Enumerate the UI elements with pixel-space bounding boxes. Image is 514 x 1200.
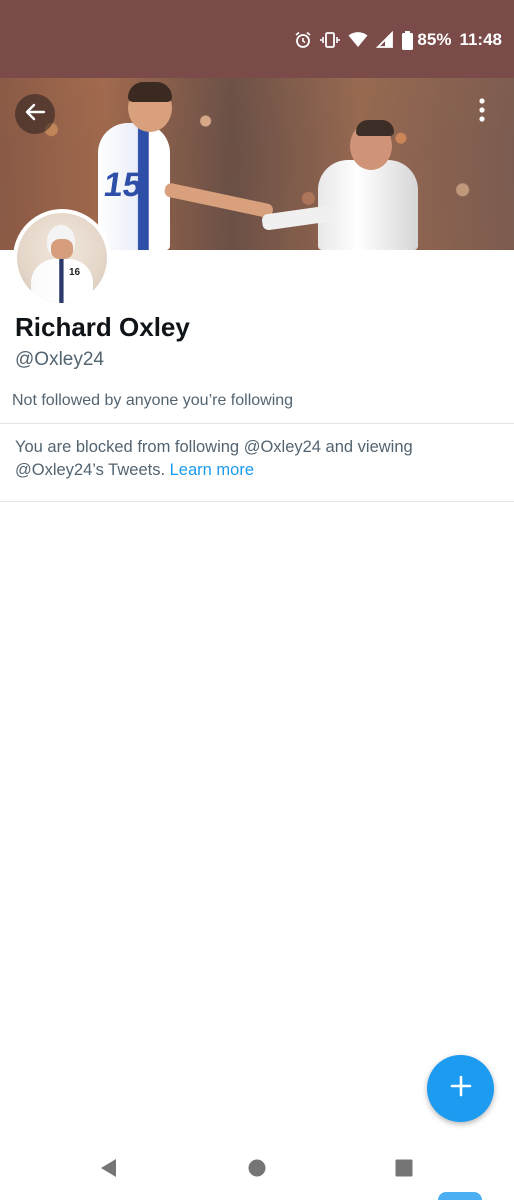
blocked-notice: You are blocked from following @Oxley24 … [15,436,485,482]
user-handle: @Oxley24 [15,349,104,370]
divider [0,501,514,502]
more-options-button[interactable] [462,92,502,132]
arrow-left-icon [24,101,46,128]
followers-you-know-note: Not followed by anyone you’re following [12,392,294,409]
alarm-icon [294,31,312,49]
wifi-icon [348,31,368,49]
system-recents-button[interactable] [392,1158,416,1182]
banner-referee-body [318,160,418,250]
clock: 11:48 [459,30,502,49]
avatar-shirt-number: 16 [69,267,81,278]
banner-player-hair [128,82,172,102]
plus-icon [449,1074,473,1103]
signal-icon [376,31,394,49]
profile-screen: 85% 11:48 15 16 Richard Oxley @Oxley24 N… [0,0,514,1200]
system-back-button[interactable] [96,1158,120,1182]
display-name: Richard Oxley [15,312,190,342]
battery-icon [402,30,414,50]
learn-more-link[interactable]: Learn more [170,461,254,479]
avatar-face [51,239,73,259]
system-navigation-bar [0,1140,514,1200]
status-bar: 85% 11:48 [0,0,514,78]
back-triangle-icon [98,1157,118,1184]
banner-referee-hair [356,120,394,136]
battery-percent: 85% [417,30,452,49]
floating-element-edge [438,1192,482,1200]
divider [0,423,514,424]
avatar-shirt [31,259,93,303]
vibrate-icon [320,31,341,49]
banner-shirt-number: 15 [101,166,145,204]
compose-tweet-button[interactable] [427,1055,494,1122]
status-icons: 85% 11:48 [294,28,502,52]
avatar[interactable]: 16 [13,209,111,307]
system-home-button[interactable] [245,1158,269,1182]
back-button[interactable] [15,94,55,134]
more-vertical-icon [478,97,486,128]
recents-square-icon [394,1158,414,1183]
home-circle-icon [247,1158,267,1183]
